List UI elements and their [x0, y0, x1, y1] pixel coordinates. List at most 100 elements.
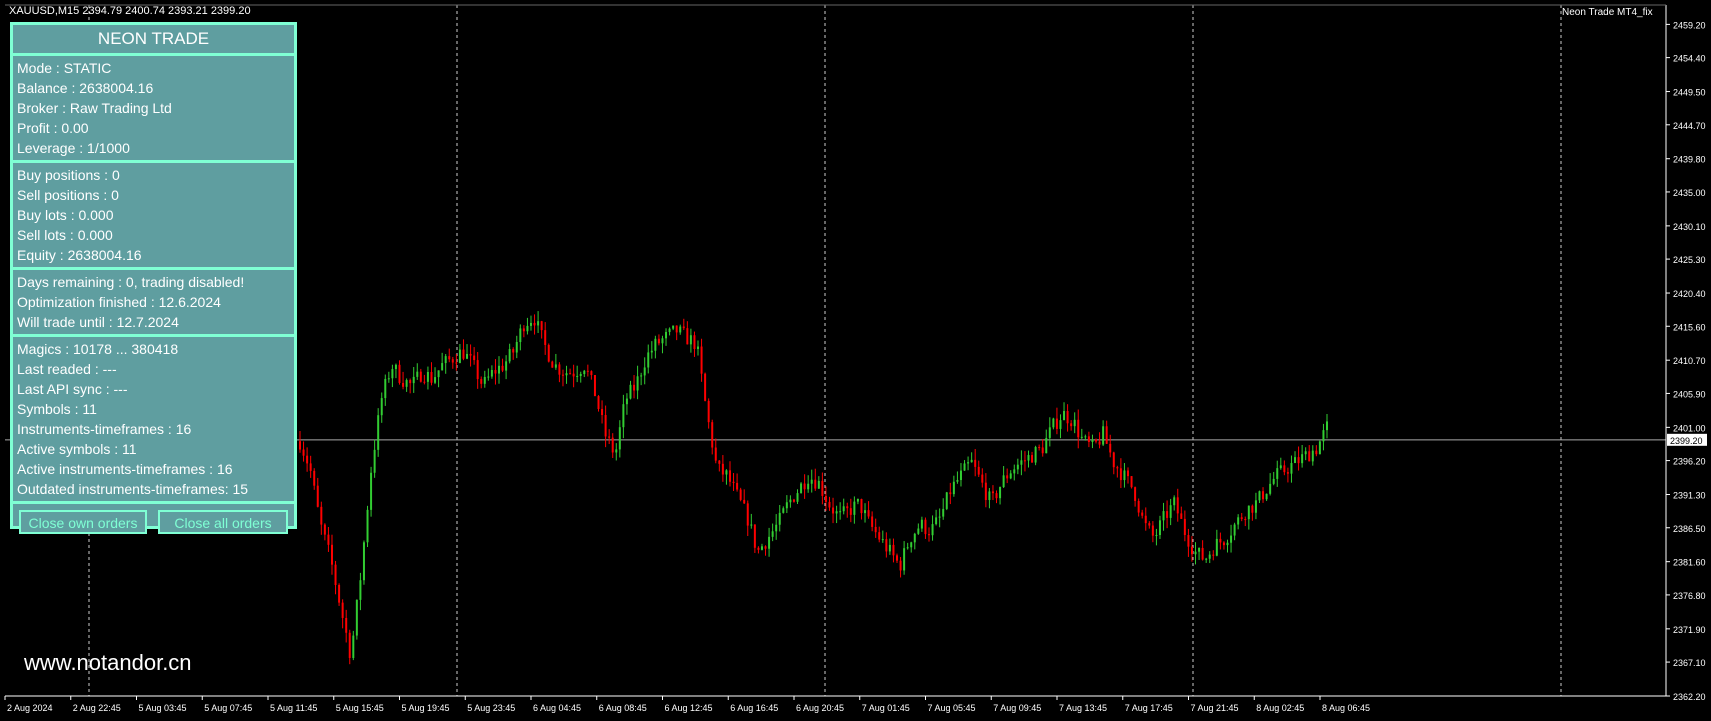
candle-body: [526, 325, 529, 332]
x-tick-label: 7 Aug 13:45: [1059, 703, 1107, 713]
last-api-sync-row: Last API sync : ---: [17, 381, 128, 397]
candle-body: [1237, 517, 1240, 525]
equity-row: Equity : 2638004.16: [17, 247, 142, 263]
candle-body: [672, 325, 675, 329]
candle-body: [1073, 419, 1076, 427]
candle-body: [647, 352, 650, 368]
candle-body: [615, 449, 618, 453]
instruments-timeframes-row: Instruments-timeframes : 16: [17, 421, 192, 437]
stats-section: Magics : 10178 ... 380418 Last readed : …: [13, 337, 294, 504]
y-tick-label: 2459.20: [1673, 20, 1706, 30]
candle-body: [1084, 436, 1087, 438]
candle-body: [434, 377, 437, 383]
y-tick-label: 2371.90: [1673, 625, 1706, 635]
close-own-orders-button[interactable]: Close own orders: [19, 510, 147, 534]
candle-body: [1230, 535, 1233, 543]
candle-body: [935, 517, 938, 525]
candle-body: [1276, 468, 1279, 479]
candle-body: [601, 408, 604, 416]
candle-body: [771, 531, 774, 537]
candle-body: [345, 617, 348, 633]
x-tick-label: 7 Aug 17:45: [1125, 703, 1173, 713]
y-tick-label: 2435.00: [1673, 188, 1706, 198]
candle-body: [1134, 487, 1137, 501]
candle-body: [618, 427, 621, 450]
candle-body: [483, 376, 486, 384]
broker-row: Broker : Raw Trading Ltd: [17, 100, 172, 116]
candle-body: [1020, 460, 1023, 465]
candle-body: [1322, 430, 1325, 442]
candle-body: [299, 441, 301, 450]
candle-body: [1006, 475, 1009, 479]
candle-body: [1194, 551, 1197, 555]
y-tick-label: 2405.90: [1673, 389, 1706, 399]
candle-body: [1304, 451, 1307, 455]
candle-body: [892, 544, 895, 556]
candle-body: [785, 502, 788, 509]
candle-body: [1080, 436, 1083, 438]
candle-body: [796, 493, 799, 502]
candle-body: [1077, 419, 1080, 438]
candle-body: [803, 483, 806, 490]
candle-body: [1205, 558, 1208, 560]
candle-body: [362, 542, 365, 581]
candle-body: [316, 485, 319, 507]
panel-title: NEON TRADE: [13, 25, 294, 56]
candle-body: [654, 338, 657, 351]
y-tick-label: 2362.20: [1673, 692, 1706, 702]
candle-body: [679, 326, 682, 333]
candle-body: [1066, 411, 1069, 424]
candle-body: [835, 511, 838, 514]
candle-body: [426, 371, 429, 382]
close-all-orders-button[interactable]: Close all orders: [158, 510, 288, 534]
candle-body: [1258, 491, 1261, 501]
y-tick-label: 2425.30: [1673, 255, 1706, 265]
candle-body: [1318, 441, 1321, 455]
candle-body: [473, 355, 476, 361]
y-tick-label: 2449.50: [1673, 88, 1706, 98]
candle-body: [814, 479, 817, 489]
candle-body: [1109, 443, 1112, 453]
x-tick-label: 5 Aug 03:45: [139, 703, 187, 713]
x-tick-label: 2 Aug 2024: [7, 703, 53, 713]
candle-body: [1105, 426, 1108, 444]
candle-body: [451, 359, 454, 363]
candle-body: [306, 455, 309, 464]
candle-body: [341, 602, 344, 618]
candle-body: [1187, 535, 1190, 547]
candle-body: [508, 349, 511, 362]
chart-symbol-info: XAUUSD,M15 2394.79 2400.74 2393.21 2399.…: [9, 5, 251, 17]
candle-body: [544, 330, 547, 345]
candle-body: [1169, 505, 1172, 518]
candle-body: [686, 328, 689, 345]
candle-body: [490, 369, 493, 377]
candle-body: [1311, 450, 1314, 462]
candle-body: [313, 470, 316, 486]
y-tick-label: 2401.00: [1673, 423, 1706, 433]
candle-body: [977, 466, 980, 475]
candle-body: [398, 364, 401, 383]
candle-body: [380, 398, 383, 416]
x-tick-label: 5 Aug 19:45: [402, 703, 450, 713]
candle-body: [871, 516, 874, 527]
candle-body: [498, 365, 501, 374]
candle-body: [1045, 437, 1048, 454]
candle-body: [668, 328, 671, 333]
positions-section: Buy positions : 0 Sell positions : 0 Buy…: [13, 163, 294, 270]
candle-body: [583, 370, 586, 375]
candle-body: [1219, 538, 1222, 543]
candle-body: [832, 507, 835, 514]
x-tick-label: 6 Aug 08:45: [599, 703, 647, 713]
candle-body: [760, 546, 763, 550]
expert-advisor-name: Neon Trade MT4_fix: [1562, 7, 1653, 18]
magics-row: Magics : 10178 ... 380418: [17, 341, 179, 357]
candle-body: [1116, 467, 1119, 469]
candle-body: [1052, 418, 1055, 428]
candle-body: [867, 510, 870, 517]
candle-body: [778, 512, 781, 525]
candle-body: [554, 364, 557, 368]
candle-body: [736, 482, 739, 490]
candle-body: [764, 546, 767, 549]
candle-body: [988, 491, 991, 501]
candle-body: [643, 367, 646, 376]
